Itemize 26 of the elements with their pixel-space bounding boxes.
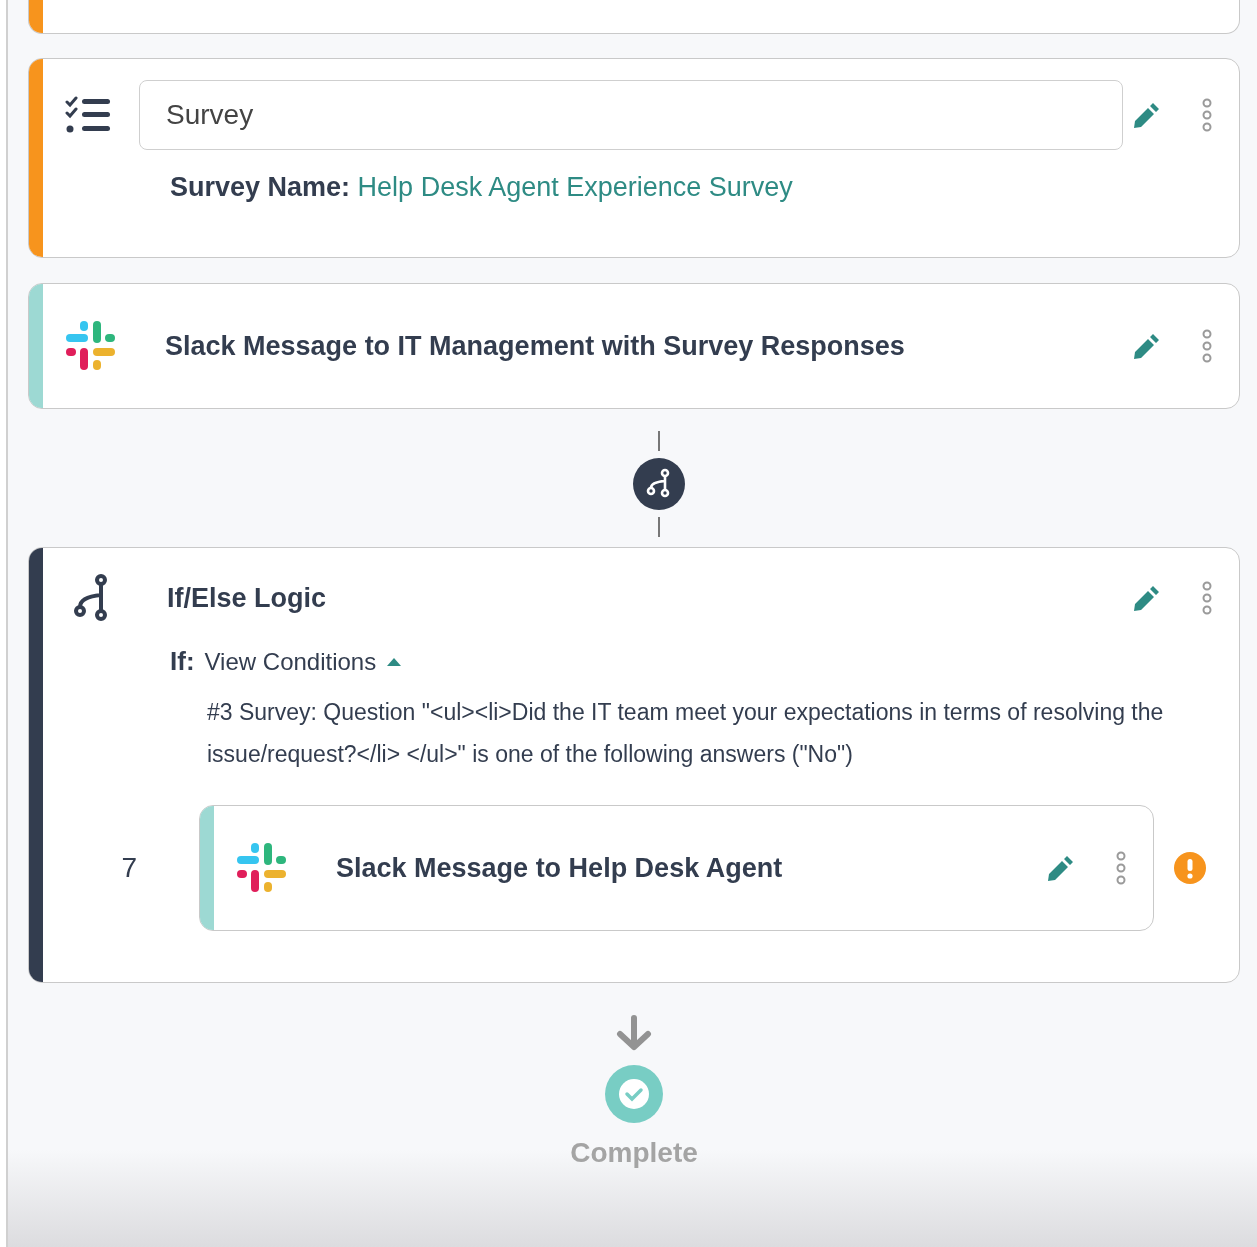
slack-logo-icon [65,320,117,372]
step-title: Slack Message to Help Desk Agent [336,852,784,884]
more-options-icon[interactable] [1201,580,1213,616]
complete-check-icon [605,1065,663,1123]
edit-icon[interactable] [1047,854,1075,882]
step-title: If/Else Logic [167,582,328,614]
survey-name-text: Survey Name: Help Desk Agent Experience Survey [170,172,794,203]
step-name-field[interactable]: Survey [139,80,1123,150]
edit-icon[interactable] [1133,584,1161,612]
caret-icon[interactable] [386,656,403,667]
view-conditions-toggle[interactable]: View Conditions [204,647,377,676]
checklist-icon [65,96,111,134]
down-arrow-icon [615,1015,653,1051]
if-label: If: [170,646,195,677]
step-title: Slack Message to IT Management with Survey Responses [165,330,906,362]
more-options-icon[interactable] [1115,850,1127,886]
more-options-icon[interactable] [1201,97,1213,133]
edit-icon[interactable] [1133,101,1161,129]
branch-node-icon[interactable] [632,457,686,511]
warning-icon[interactable] [1174,852,1206,884]
more-options-icon[interactable] [1201,328,1213,364]
complete-label: Complete [570,1137,698,1169]
slack-logo-icon [236,842,288,894]
step-number: 7 [120,852,138,884]
condition-text: #3 Survey: Question "<ul><li>Did the IT team meet your expectations in terms of resolving the issue/request?</li> </ul>" is one of the following answers ("No") [207,698,1165,769]
edit-icon[interactable] [1133,332,1161,360]
